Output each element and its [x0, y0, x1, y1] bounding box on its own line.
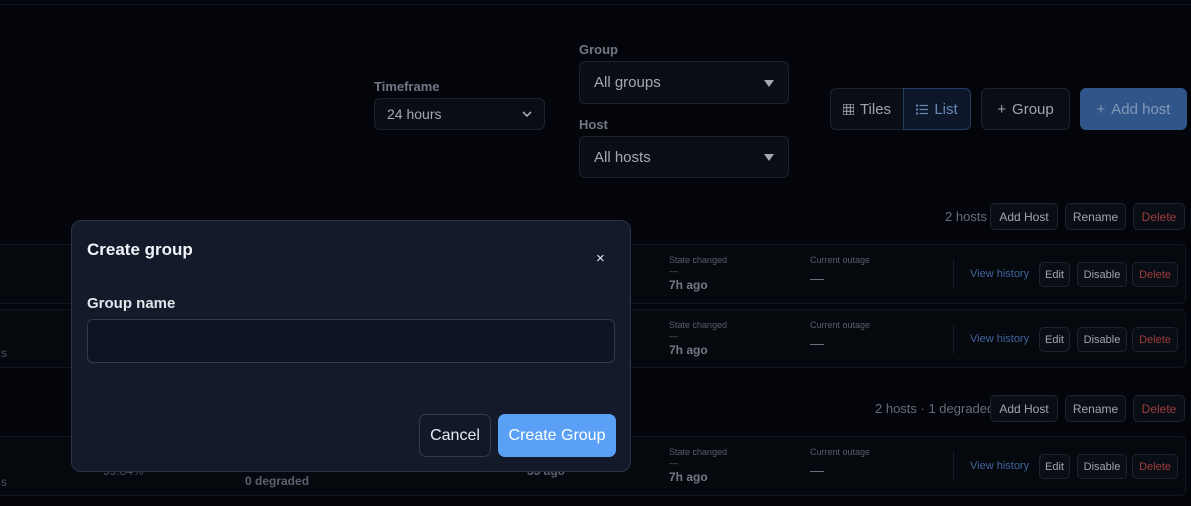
group-name-label: Group name [87, 295, 176, 312]
create-group-dialog: Create group × Group name Cancel Create … [71, 220, 631, 472]
cancel-button[interactable]: Cancel [419, 414, 491, 457]
group-name-input[interactable] [87, 319, 615, 363]
dialog-title: Create group [87, 240, 193, 259]
close-icon[interactable]: × [596, 250, 605, 267]
create-group-button[interactable]: Create Group [498, 414, 616, 457]
